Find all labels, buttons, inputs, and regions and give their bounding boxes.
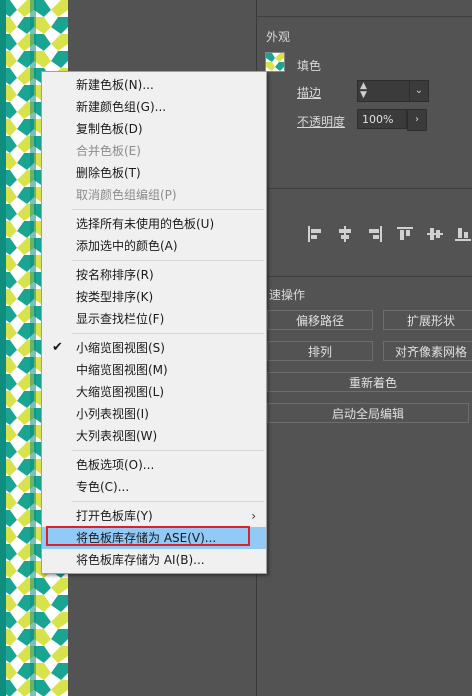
menu-item-save-library-ase[interactable]: 将色板库存储为 ASE(V)...	[42, 527, 266, 549]
opacity-input[interactable]: 100%	[357, 109, 407, 129]
menu-item-sort-by-kind[interactable]: 按类型排序(K)	[42, 286, 266, 308]
align-middle-icon[interactable]	[427, 226, 443, 242]
opacity-label[interactable]: 不透明度	[297, 113, 345, 130]
menu-item-save-library-ai[interactable]: 将色板库存储为 AI(B)...	[42, 549, 266, 571]
align-right-icon[interactable]	[367, 226, 383, 242]
menu-item-sort-by-name[interactable]: 按名称排序(R)	[42, 264, 266, 286]
menu-item-small-thumbnail[interactable]: ✔ 小缩览图视图(S)	[42, 337, 266, 359]
offset-path-button[interactable]: 偏移路径	[267, 310, 373, 330]
menu-item-merge-swatches: 合并色板(E)	[76, 144, 141, 158]
align-pixel-grid-button[interactable]: 对齐像素网格	[383, 341, 472, 361]
opacity-arrow-button[interactable]: ›	[407, 109, 427, 131]
fill-pattern-icon	[266, 53, 284, 71]
menu-separator	[72, 209, 264, 210]
menu-separator	[72, 501, 264, 502]
menu-item-swatch-options[interactable]: 色板选项(O)...	[42, 454, 266, 476]
stepper-arrows-icon[interactable]: ▲ ▼	[360, 82, 367, 100]
fill-swatch[interactable]	[265, 52, 285, 72]
menu-item-add-selected-colors[interactable]: 添加选中的颜色(A)	[42, 235, 266, 257]
menu-item-ungroup-color-group: 取消颜色组编组(P)	[76, 188, 177, 202]
menu-item-open-swatch-library[interactable]: 打开色板库(Y) ›	[42, 505, 266, 527]
align-top-icon[interactable]	[397, 226, 413, 242]
menu-separator	[72, 450, 264, 451]
panel-divider	[257, 188, 472, 189]
menu-item-large-list[interactable]: 大列表视图(W)	[42, 425, 266, 447]
menu-item-new-color-group[interactable]: 新建颜色组(G)...	[42, 96, 266, 118]
checkmark-icon: ✔	[52, 340, 63, 355]
swatches-flyout-menu: 新建色板(N)... 新建颜色组(G)... 复制色板(D) 合并色板(E) 删…	[41, 71, 267, 574]
panel-divider	[257, 276, 472, 277]
arrange-button[interactable]: 排列	[267, 341, 373, 361]
menu-item-large-thumbnail[interactable]: 大缩览图视图(L)	[42, 381, 266, 403]
align-bottom-icon[interactable]	[455, 226, 471, 242]
menu-item-label: 小缩览图视图(S)	[76, 341, 165, 355]
menu-separator	[72, 260, 264, 261]
menu-item-spot-colors[interactable]: 专色(C)...	[42, 476, 266, 498]
quick-actions-title: 速操作	[269, 288, 306, 302]
panel-divider	[257, 16, 472, 17]
align-center-icon[interactable]	[337, 226, 353, 242]
global-edit-button[interactable]: 启动全局编辑	[267, 403, 469, 423]
menu-item-small-list[interactable]: 小列表视图(I)	[42, 403, 266, 425]
menu-item-select-unused[interactable]: 选择所有未使用的色板(U)	[42, 213, 266, 235]
appearance-title: 外观	[266, 30, 291, 44]
menu-item-duplicate-swatch[interactable]: 复制色板(D)	[42, 118, 266, 140]
stroke-label[interactable]: 描边	[297, 84, 321, 101]
menu-item-medium-thumbnail[interactable]: 中缩览图视图(M)	[42, 359, 266, 381]
properties-panel: 外观 填色 描边 ▲ ▼ ⌄ 不透明度 100% › 速操作 偏移路径 扩展形状…	[256, 0, 472, 696]
menu-separator	[72, 333, 264, 334]
align-left-icon[interactable]	[307, 226, 323, 242]
menu-item-show-find-field[interactable]: 显示查找栏位(F)	[42, 308, 266, 330]
fill-label: 填色	[297, 59, 322, 73]
menu-item-label: 打开色板库(Y)	[76, 509, 153, 523]
menu-item-new-swatch[interactable]: 新建色板(N)...	[42, 74, 266, 96]
recolor-button[interactable]: 重新着色	[267, 372, 472, 392]
stroke-dropdown-button[interactable]: ⌄	[409, 80, 429, 102]
menu-item-delete-swatch[interactable]: 删除色板(T)	[42, 162, 266, 184]
submenu-arrow-icon: ›	[251, 509, 256, 523]
expand-shape-button[interactable]: 扩展形状	[383, 310, 472, 330]
